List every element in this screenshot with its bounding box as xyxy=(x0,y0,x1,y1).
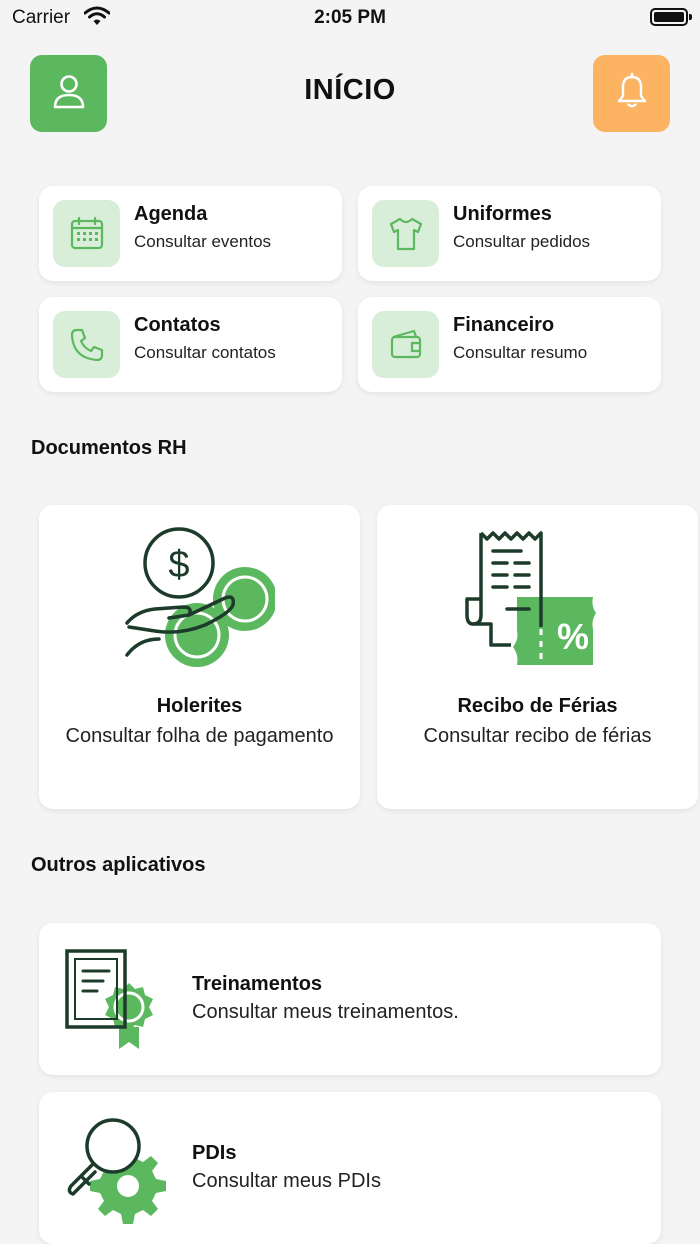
contatos-card[interactable]: Contatos Consultar contatos xyxy=(39,297,342,392)
battery-icon xyxy=(650,8,692,26)
contatos-subtitle: Consultar contatos xyxy=(134,343,276,362)
wallet-icon xyxy=(372,311,439,378)
uniformes-subtitle: Consultar pedidos xyxy=(453,232,591,251)
financeiro-subtitle: Consultar resumo xyxy=(453,343,588,362)
holerites-card[interactable]: $ Holerites Consultar folha de pagamento xyxy=(39,505,360,809)
uniformes-title: Uniformes xyxy=(453,203,552,225)
recibo-ferias-subtitle: Consultar recibo de férias xyxy=(423,725,652,747)
bell-icon xyxy=(612,71,652,116)
notifications-button[interactable] xyxy=(593,55,670,132)
agenda-title: Agenda xyxy=(134,203,208,225)
treinamentos-subtitle: Consultar meus treinamentos. xyxy=(192,1001,459,1023)
money-hand-icon: $ xyxy=(39,527,360,677)
receipt-percent-icon: % xyxy=(377,527,698,677)
clock: 2:05 PM xyxy=(314,7,386,28)
agenda-subtitle: Consultar eventos xyxy=(134,232,272,251)
uniformes-card[interactable]: Uniformes Consultar pedidos xyxy=(358,186,661,281)
svg-text:%: % xyxy=(556,616,588,657)
holerites-subtitle: Consultar folha de pagamento xyxy=(65,725,334,747)
recibo-ferias-card[interactable]: % Recibo de Férias Consultar recibo de f… xyxy=(377,505,698,809)
financeiro-title: Financeiro xyxy=(453,314,555,336)
pdis-card[interactable]: PDIs Consultar meus PDIs xyxy=(39,1092,661,1244)
search-gear-icon xyxy=(63,1114,173,1224)
certificate-icon xyxy=(63,945,173,1055)
holerites-title: Holerites xyxy=(156,695,243,717)
svg-text:$: $ xyxy=(168,544,189,586)
treinamentos-card[interactable]: Treinamentos Consultar meus treinamentos… xyxy=(39,923,661,1075)
documentos-section-label: Documentos RH xyxy=(31,437,187,459)
treinamentos-title: Treinamentos xyxy=(192,973,323,995)
status-bar: Carrier 2:05 PM xyxy=(0,0,700,36)
financeiro-card[interactable]: Financeiro Consultar resumo xyxy=(358,297,661,392)
shirt-icon xyxy=(372,200,439,267)
recibo-ferias-title: Recibo de Férias xyxy=(457,695,618,717)
contatos-title: Contatos xyxy=(134,314,221,336)
outros-aplicativos-label: Outros aplicativos xyxy=(31,854,206,876)
phone-icon xyxy=(53,311,120,378)
pdis-subtitle: Consultar meus PDIs xyxy=(192,1170,381,1192)
calendar-icon xyxy=(53,200,120,267)
agenda-card[interactable]: Agenda Consultar eventos xyxy=(39,186,342,281)
pdis-title: PDIs xyxy=(192,1142,237,1164)
